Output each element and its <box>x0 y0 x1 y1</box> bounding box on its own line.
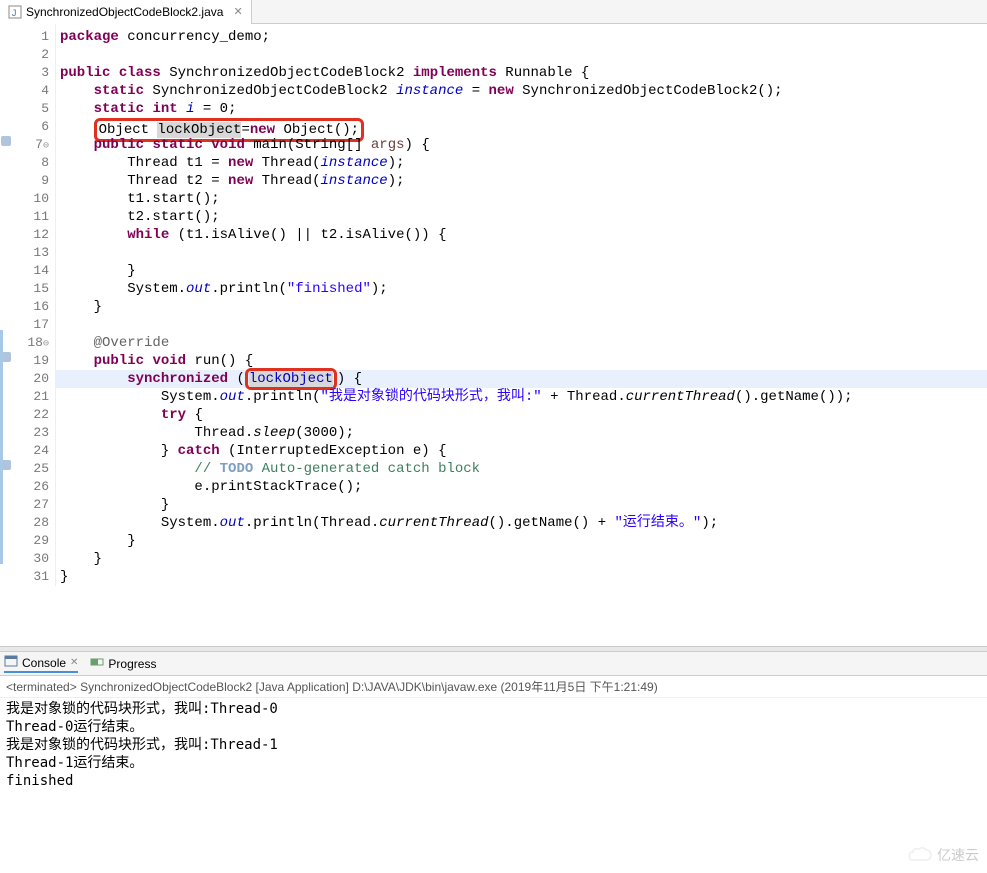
highlight-box: lockObject <box>245 368 337 390</box>
code-line: } <box>56 262 987 280</box>
console-line: Thread-1运行结束。 <box>6 754 981 772</box>
code-area[interactable]: package concurrency_demo; public class S… <box>56 24 987 586</box>
code-line: // TODO Auto-generated catch block <box>56 460 987 478</box>
line-number-gutter: 1 2 3 4 5 6 7⊖ 8 9 10 11 12 13 14 15 16 … <box>14 24 56 586</box>
console-line: finished <box>6 772 981 790</box>
line-number: 25 <box>14 460 55 478</box>
close-icon[interactable]: ✕ <box>70 657 78 668</box>
svg-text:J: J <box>11 9 17 19</box>
tab-filename: SynchronizedObjectCodeBlock2.java <box>26 5 223 19</box>
code-line: } <box>56 532 987 550</box>
code-line: try { <box>56 406 987 424</box>
line-number: 15 <box>14 280 55 298</box>
code-line: System.out.println("我是对象锁的代码块形式，我叫:" + T… <box>56 388 987 406</box>
code-line <box>56 244 987 262</box>
code-line: public static void main(String[] args) { <box>56 136 987 154</box>
line-number: 30 <box>14 550 55 568</box>
line-number: 16 <box>14 298 55 316</box>
code-line: } <box>56 550 987 568</box>
code-line: System.out.println(Thread.currentThread(… <box>56 514 987 532</box>
line-number: 5 <box>14 100 55 118</box>
code-line: package concurrency_demo; <box>56 28 987 46</box>
console-launch-header: <terminated> SynchronizedObjectCodeBlock… <box>0 676 987 698</box>
code-line: } <box>56 568 987 586</box>
code-line-highlighted: synchronized (lockObject) { <box>56 370 987 388</box>
line-number: 1 <box>14 28 55 46</box>
line-number: 6 <box>14 118 55 136</box>
line-number: 7⊖ <box>14 136 55 154</box>
console-line: 我是对象锁的代码块形式，我叫:Thread-1 <box>6 736 981 754</box>
watermark: 亿速云 <box>907 845 979 865</box>
line-number: 11 <box>14 208 55 226</box>
close-icon[interactable]: ✕ <box>233 5 242 18</box>
code-editor[interactable]: 1 2 3 4 5 6 7⊖ 8 9 10 11 12 13 14 15 16 … <box>0 24 987 586</box>
override-marker-icon <box>0 348 14 366</box>
editor-tab[interactable]: J SynchronizedObjectCodeBlock2.java ✕ <box>0 0 252 24</box>
line-number: 12 <box>14 226 55 244</box>
line-number: 10 <box>14 190 55 208</box>
code-line: Thread t1 = new Thread(instance); <box>56 154 987 172</box>
code-line: } catch (InterruptedException e) { <box>56 442 987 460</box>
line-number: 14 <box>14 262 55 280</box>
console-output[interactable]: 我是对象锁的代码块形式，我叫:Thread-0 Thread-0运行结束。 我是… <box>0 698 987 792</box>
line-number: 3 <box>14 64 55 82</box>
override-marker-icon <box>0 132 14 150</box>
line-number: 28 <box>14 514 55 532</box>
code-line: static int i = 0; <box>56 100 987 118</box>
console-tab-bar: Console ✕ Progress <box>0 652 987 676</box>
code-line: static SynchronizedObjectCodeBlock2 inst… <box>56 82 987 100</box>
editor-tab-bar: J SynchronizedObjectCodeBlock2.java ✕ <box>0 0 987 24</box>
code-line: public void run() { <box>56 352 987 370</box>
tab-progress[interactable]: Progress <box>90 655 156 672</box>
line-number: 21 <box>14 388 55 406</box>
code-line: @Override <box>56 334 987 352</box>
code-line: System.out.println("finished"); <box>56 280 987 298</box>
code-line: e.printStackTrace(); <box>56 478 987 496</box>
line-number: 22 <box>14 406 55 424</box>
line-number: 18⊖ <box>14 334 55 352</box>
tab-console[interactable]: Console ✕ <box>4 654 78 673</box>
progress-icon <box>90 655 104 672</box>
code-line <box>56 316 987 334</box>
console-line: 我是对象锁的代码块形式，我叫:Thread-0 <box>6 700 981 718</box>
line-number: 8 <box>14 154 55 172</box>
line-number: 17 <box>14 316 55 334</box>
line-number: 19 <box>14 352 55 370</box>
code-line: Thread.sleep(3000); <box>56 424 987 442</box>
line-number: 31 <box>14 568 55 586</box>
code-line: Object lockObject=new Object(); <box>56 118 987 136</box>
line-number: 4 <box>14 82 55 100</box>
marker-bar <box>0 24 14 586</box>
line-number: 20 <box>14 370 55 388</box>
line-number: 26 <box>14 478 55 496</box>
cloud-icon <box>907 846 933 864</box>
code-line: t2.start(); <box>56 208 987 226</box>
line-number: 24 <box>14 442 55 460</box>
code-line: while (t1.isAlive() || t2.isAlive()) { <box>56 226 987 244</box>
code-line: Thread t2 = new Thread(instance); <box>56 172 987 190</box>
console-line: Thread-0运行结束。 <box>6 718 981 736</box>
code-line: } <box>56 496 987 514</box>
line-number: 23 <box>14 424 55 442</box>
code-line: public class SynchronizedObjectCodeBlock… <box>56 64 987 82</box>
code-line <box>56 46 987 64</box>
code-line: t1.start(); <box>56 190 987 208</box>
line-number: 2 <box>14 46 55 64</box>
java-file-icon: J <box>8 5 22 19</box>
line-number: 13 <box>14 244 55 262</box>
code-line: } <box>56 298 987 316</box>
override-marker-icon <box>0 456 14 474</box>
line-number: 27 <box>14 496 55 514</box>
console-icon <box>4 654 18 671</box>
line-number: 9 <box>14 172 55 190</box>
line-number: 29 <box>14 532 55 550</box>
